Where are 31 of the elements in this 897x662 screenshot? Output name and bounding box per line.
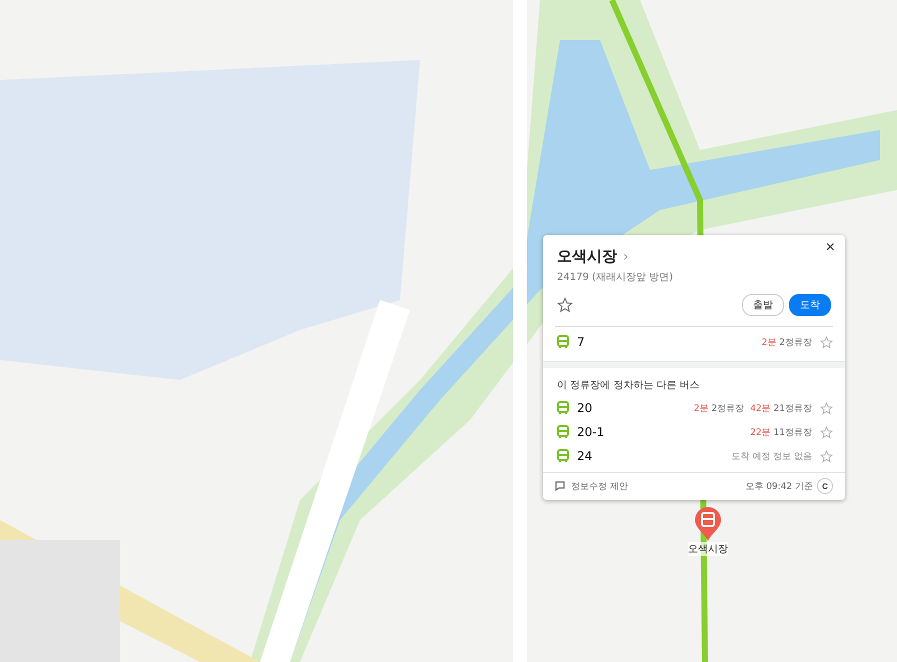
bus-number[interactable]: 20 <box>577 401 592 415</box>
arrival-info: 42분 21정류장 <box>750 402 812 414</box>
star-icon[interactable] <box>820 402 833 414</box>
route-button[interactable]: 도착 <box>789 294 831 316</box>
star-icon[interactable] <box>820 450 833 462</box>
bus-icon <box>557 449 569 463</box>
updated-time: 오후 09:42 기준 <box>745 480 813 492</box>
stop-number: 24179 (재래시장앞 방면) <box>557 271 674 284</box>
bus-icon <box>557 335 569 349</box>
star-icon[interactable] <box>820 426 833 438</box>
bus-number[interactable]: 7 <box>577 335 585 349</box>
other-buses-heading: 이 정류장에 정차하는 다른 버스 <box>556 379 701 393</box>
arrival-info: 2분 2정류장 <box>762 336 812 348</box>
bus-number[interactable]: 24 <box>577 449 592 463</box>
refresh-button[interactable]: C <box>817 478 833 494</box>
arrival-info: 2분 2정류장 <box>694 402 744 414</box>
bus-icon <box>557 425 569 439</box>
bus-stop-label: 오색시장 <box>688 542 728 556</box>
bus-stop-marker[interactable]: 오색시장 <box>684 506 732 556</box>
route-button[interactable]: 출발 <box>742 294 784 316</box>
bus-number[interactable]: 20-1 <box>577 425 604 439</box>
flag-icon <box>555 481 565 491</box>
bus-stop-pin-icon <box>693 506 723 542</box>
arrival-info: 도착 예정 정보 없음 <box>731 450 812 462</box>
stop-title[interactable]: 오색시장 <box>557 247 617 266</box>
close-button[interactable]: × <box>824 239 837 257</box>
star-icon[interactable] <box>820 336 833 348</box>
suggest-edit-link[interactable]: 정보수정 제안 <box>571 480 628 492</box>
bus-icon <box>557 401 569 415</box>
star-icon[interactable] <box>557 297 573 313</box>
arrival-info: 22분 11정류장 <box>750 426 812 438</box>
